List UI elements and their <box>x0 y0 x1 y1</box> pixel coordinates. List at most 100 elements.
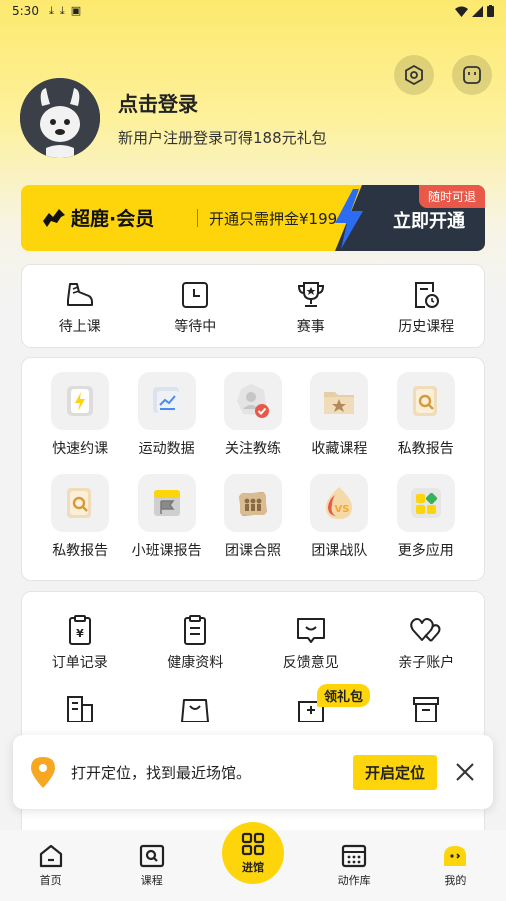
app-tile: VS <box>310 474 369 532</box>
app-label: 运动数据 <box>138 441 195 457</box>
refund-badge: 随时可退 <box>418 185 485 208</box>
course-status-card: 待上课 等待中 赛事 历史课程 <box>21 264 485 348</box>
hearts-icon <box>410 618 441 642</box>
customer-service-button[interactable] <box>452 55 492 95</box>
settings-button[interactable] <box>394 55 434 95</box>
avatar[interactable] <box>20 78 100 158</box>
location-prompt: 打开定位，找到最近场馆。 开启定位 <box>13 735 493 809</box>
app-tile <box>51 474 110 532</box>
service-health-info[interactable]: 健康资料 <box>138 614 254 672</box>
app-label: 私教报告 <box>52 543 109 559</box>
status-pending-class[interactable]: 待上课 <box>22 280 138 336</box>
nav-label: 动作库 <box>337 874 371 887</box>
flag-report-icon <box>153 490 180 516</box>
wifi-icon <box>455 6 468 17</box>
profile-section[interactable]: 点击登录 新用户注册登录可得188元礼包 <box>20 78 327 158</box>
status-history[interactable]: 历史课程 <box>369 280 485 336</box>
top-actions <box>394 55 492 95</box>
calendar-icon <box>342 844 367 868</box>
app-tile <box>223 474 282 532</box>
app-label: 团课合照 <box>224 543 281 559</box>
app-label: 团课战队 <box>311 543 368 559</box>
enable-location-button[interactable]: 开启定位 <box>352 754 437 790</box>
settings-icon <box>405 65 423 85</box>
app-private-report-2[interactable]: 私教报告 <box>37 474 123 560</box>
clock-icon <box>182 282 209 308</box>
service-order-records[interactable]: ¥ 订单记录 <box>22 614 138 672</box>
app-quick-booking[interactable]: 快速约课 <box>37 372 123 458</box>
close-button[interactable] <box>453 760 477 784</box>
app-private-report[interactable]: 私教报告 <box>383 372 469 458</box>
app-more[interactable]: 更多应用 <box>383 474 469 560</box>
service-label: 亲子账户 <box>398 655 455 671</box>
archive-icon <box>413 697 440 722</box>
service-label: 反馈意见 <box>282 655 339 671</box>
report-icon <box>412 386 437 416</box>
location-pin-icon <box>31 757 55 788</box>
close-icon <box>456 763 474 781</box>
chat-icon <box>463 66 481 84</box>
nav-course[interactable]: 课程 <box>101 830 202 901</box>
app-label: 私教报告 <box>397 441 454 457</box>
status-label: 赛事 <box>296 319 325 335</box>
service-archive[interactable] <box>369 694 485 722</box>
vs-icon: VS <box>326 487 353 519</box>
svg-text:¥: ¥ <box>76 627 84 640</box>
nav-exercise-library[interactable]: 动作库 <box>304 830 405 901</box>
lightning-icon <box>67 386 94 416</box>
status-competition[interactable]: 赛事 <box>253 280 369 336</box>
lightning-bolt-icon <box>335 189 363 249</box>
service-label: 订单记录 <box>51 655 108 671</box>
chart-icon <box>152 387 179 413</box>
group-photo-icon <box>239 491 267 517</box>
history-icon <box>415 282 440 308</box>
feedback-icon <box>296 618 325 643</box>
apps-card: 快速约课 运动数据 关注教练 收藏课程 私教报告 私教报告 小班课报告 团课合照… <box>21 357 485 581</box>
app-group-photo[interactable]: 团课合照 <box>210 474 296 560</box>
app-favorite-courses[interactable]: 收藏课程 <box>296 372 382 458</box>
app-group-team[interactable]: VS 团课战队 <box>296 474 382 560</box>
vip-brand: 超鹿·会员 <box>71 208 155 230</box>
status-label: 待上课 <box>58 319 101 335</box>
nav-home[interactable]: 首页 <box>0 830 101 901</box>
deer-logo-icon <box>43 208 65 227</box>
login-prompt[interactable]: 点击登录 <box>118 88 327 117</box>
gift-badge: 领礼包 <box>317 684 371 707</box>
app-label: 收藏课程 <box>311 441 368 457</box>
location-prompt-text: 打开定位，找到最近场馆。 <box>71 763 252 782</box>
notification-icons: ⤓ ⤓ ▣ <box>49 4 81 18</box>
service-shop[interactable] <box>138 694 254 722</box>
service-family-account[interactable]: 亲子账户 <box>369 614 485 672</box>
nav-checkin[interactable]: 进馆 <box>202 822 303 901</box>
bag-icon <box>181 699 210 722</box>
status-waiting[interactable]: 等待中 <box>138 280 254 336</box>
app-tile <box>396 372 455 430</box>
download-icon: ⤓ <box>48 4 54 17</box>
nav-label: 首页 <box>39 874 62 887</box>
deer-mascot-icon <box>20 78 100 158</box>
nav-label: 进馆 <box>241 860 264 874</box>
more-apps-icon <box>410 488 441 518</box>
divider <box>197 209 198 227</box>
building-icon <box>66 696 93 722</box>
service-feedback[interactable]: 反馈意见 <box>253 614 369 672</box>
app-tile <box>223 372 282 430</box>
checkin-bubble[interactable]: 进馆 <box>221 822 284 884</box>
report-icon <box>67 488 92 518</box>
order-icon: ¥ <box>68 615 91 645</box>
app-tile <box>137 372 196 430</box>
app-label: 小班课报告 <box>131 543 202 559</box>
nav-me[interactable]: 我的 <box>405 830 506 901</box>
app-sport-data[interactable]: 运动数据 <box>123 372 209 458</box>
download-icon: ⤓ <box>59 4 65 17</box>
vip-membership-banner[interactable]: 超鹿·会员 开通只需押金¥199 立即开通 随时可退 <box>21 185 485 251</box>
app-tile <box>396 474 455 532</box>
bottom-nav: 首页 课程 进馆 动作库 我的 <box>0 822 506 901</box>
open-membership-button[interactable]: 立即开通 <box>393 207 465 233</box>
nav-label: 我的 <box>444 874 467 887</box>
signal-icon <box>472 5 483 17</box>
service-venue[interactable] <box>22 694 138 722</box>
app-follow-coach[interactable]: 关注教练 <box>210 372 296 458</box>
me-icon <box>444 846 467 866</box>
app-small-class-report[interactable]: 小班课报告 <box>123 474 209 560</box>
